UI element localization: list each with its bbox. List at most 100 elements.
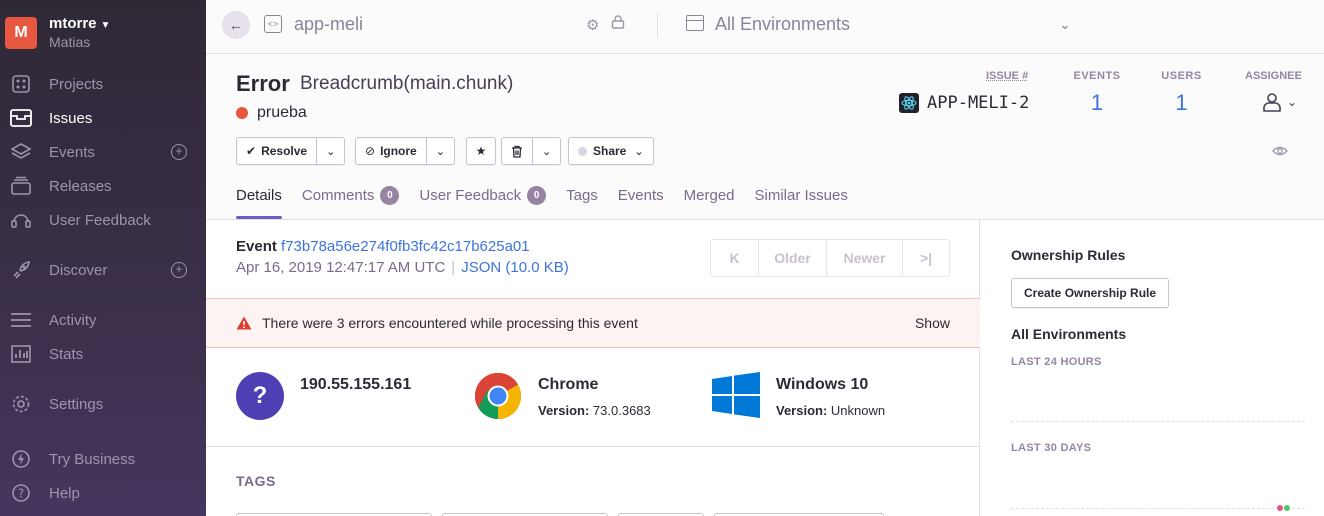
- issue-number-label: ISSUE #: [986, 70, 1029, 82]
- activity-icon: [10, 309, 32, 331]
- share-button[interactable]: Share ⌄: [568, 137, 654, 165]
- project-icon: <>: [264, 15, 282, 33]
- eye-icon[interactable]: [1272, 143, 1288, 159]
- org-user: Matias: [49, 34, 91, 50]
- event-details: Event f73b78a56e274f0fb3fc42c17b625a01 A…: [206, 220, 980, 516]
- os-context: Windows 10 Version: Unknown: [712, 372, 885, 420]
- ignore-button[interactable]: ⊘ Ignore: [356, 138, 426, 164]
- issue-sidebar: Ownership Rules Create Ownership Rule Al…: [981, 220, 1324, 516]
- chevron-down-icon: ⌄: [634, 145, 644, 158]
- sidebar-item-issues[interactable]: Issues: [0, 103, 206, 133]
- project-selector[interactable]: app-meli: [294, 14, 363, 35]
- feedback-count-badge: 0: [527, 186, 547, 205]
- warning-icon: [236, 316, 252, 330]
- delete-button-group: ⌄: [501, 137, 562, 165]
- star-icon: ★: [475, 144, 487, 158]
- issue-tabs: Details Comments 0 User Feedback 0 Tags Ev…: [236, 186, 848, 219]
- comments-count-badge: 0: [380, 186, 400, 205]
- divider: [657, 12, 658, 38]
- org-name: mtorre: [49, 15, 97, 32]
- sparkline-24h: [1011, 421, 1305, 422]
- ignore-dropdown[interactable]: ⌄: [425, 138, 454, 164]
- level-error-dot: [236, 107, 248, 119]
- chevron-down-icon: ⌄: [1287, 95, 1298, 109]
- sidebar-item-help[interactable]: ? Help: [0, 478, 206, 508]
- older-button[interactable]: Older: [758, 240, 826, 276]
- os-name: Windows 10: [776, 376, 869, 393]
- resolve-dropdown[interactable]: ⌄: [316, 138, 344, 164]
- lock-icon[interactable]: [611, 15, 625, 29]
- last-24-hours-label: LAST 24 HOURS: [1011, 356, 1102, 368]
- json-link[interactable]: JSON (10.0 KB): [461, 259, 569, 276]
- sparkline-30d: [1011, 508, 1305, 509]
- add-query-icon[interactable]: +: [171, 262, 187, 278]
- environment-selector[interactable]: All Environments: [715, 14, 850, 35]
- chevron-down-icon[interactable]: ⌄: [1059, 16, 1071, 33]
- projects-icon: [10, 73, 32, 95]
- ignore-icon: ⊘: [365, 144, 376, 158]
- environment-icon: [686, 15, 704, 31]
- browser-version: 73.0.3683: [592, 403, 651, 418]
- environment-title: All Environments: [1011, 326, 1127, 342]
- chevron-down-icon: ⌄: [542, 145, 552, 158]
- last-event-button[interactable]: >|: [902, 240, 949, 276]
- sidebar-item-settings[interactable]: Settings: [0, 389, 206, 419]
- issue-title: Breadcrumb(main.chunk): [300, 73, 514, 94]
- tab-user-feedback[interactable]: User Feedback 0: [419, 186, 547, 217]
- back-arrow-icon[interactable]: ←: [222, 11, 250, 39]
- stats-icon: [10, 343, 32, 365]
- event-pager: K Older Newer >|: [710, 239, 950, 277]
- event-label: Event: [236, 238, 277, 255]
- unknown-user-avatar: ?: [236, 372, 284, 420]
- gear-icon[interactable]: ⚙: [586, 16, 599, 34]
- add-event-icon[interactable]: +: [171, 144, 187, 160]
- resolve-button[interactable]: ✔ Resolve: [237, 138, 316, 164]
- issue-short-id[interactable]: APP-MELI-2: [899, 93, 1029, 113]
- check-icon: ✔: [246, 144, 257, 158]
- top-bar: ← <> app-meli ⚙ All Environments ⌄: [206, 0, 1324, 54]
- tab-merged[interactable]: Merged: [684, 186, 735, 217]
- tab-events[interactable]: Events: [618, 186, 664, 217]
- discover-icon: [10, 259, 32, 281]
- sidebar-item-events[interactable]: Events +: [0, 137, 206, 167]
- sidebar-item-activity[interactable]: Activity: [0, 305, 206, 335]
- org-switcher[interactable]: M mtorre ▼ Matias: [5, 16, 110, 50]
- issue-culprit: prueba: [236, 104, 307, 122]
- tab-comments[interactable]: Comments 0: [302, 186, 400, 217]
- releases-icon: [10, 175, 32, 197]
- tab-similar-issues[interactable]: Similar Issues: [755, 186, 848, 217]
- ignore-button-group: ⊘ Ignore ⌄: [355, 137, 455, 165]
- processing-errors-alert: There were 3 errors encountered while pr…: [206, 298, 980, 348]
- first-event-button[interactable]: K: [711, 240, 758, 276]
- issue-type: Error: [236, 71, 290, 96]
- sidebar-item-try-business[interactable]: Try Business: [0, 444, 206, 474]
- bookmark-button[interactable]: ★: [466, 137, 496, 165]
- alert-message: There were 3 errors encountered while pr…: [262, 315, 638, 331]
- tags-heading: TAGS: [236, 473, 276, 489]
- assignee-selector[interactable]: ⌄: [1261, 91, 1297, 113]
- create-ownership-rule-button[interactable]: Create Ownership Rule: [1011, 278, 1170, 308]
- share-status-dot: [578, 146, 587, 156]
- sidebar-item-discover[interactable]: Discover +: [0, 255, 206, 285]
- delete-dropdown[interactable]: ⌄: [532, 138, 560, 164]
- trash-icon: [512, 145, 522, 158]
- divider: [206, 446, 980, 447]
- sidebar-item-releases[interactable]: Releases: [0, 171, 206, 201]
- delete-button[interactable]: [502, 138, 532, 164]
- assignee-label: ASSIGNEE: [1245, 70, 1302, 82]
- show-errors-button[interactable]: Show: [915, 315, 950, 331]
- sidebar-item-stats[interactable]: Stats: [0, 339, 206, 369]
- event-date: Apr 16, 2019 12:47:17 AM UTC: [236, 259, 446, 276]
- tab-details[interactable]: Details: [236, 186, 282, 219]
- business-icon: [10, 448, 32, 470]
- resolve-button-group: ✔ Resolve ⌄: [236, 137, 346, 165]
- sidebar-item-projects[interactable]: Projects: [0, 69, 206, 99]
- sidebar: M mtorre ▼ Matias Projects Issues Events …: [0, 0, 206, 516]
- tab-tags[interactable]: Tags: [566, 186, 598, 217]
- event-header: Event f73b78a56e274f0fb3fc42c17b625a01 A…: [236, 238, 569, 276]
- svg-text:?: ?: [18, 487, 24, 501]
- newer-button[interactable]: Newer: [826, 240, 902, 276]
- event-id-link[interactable]: f73b78a56e274f0fb3fc42c17b625a01: [281, 238, 530, 255]
- user-icon: [1263, 93, 1281, 112]
- sidebar-item-user-feedback[interactable]: User Feedback: [0, 205, 206, 235]
